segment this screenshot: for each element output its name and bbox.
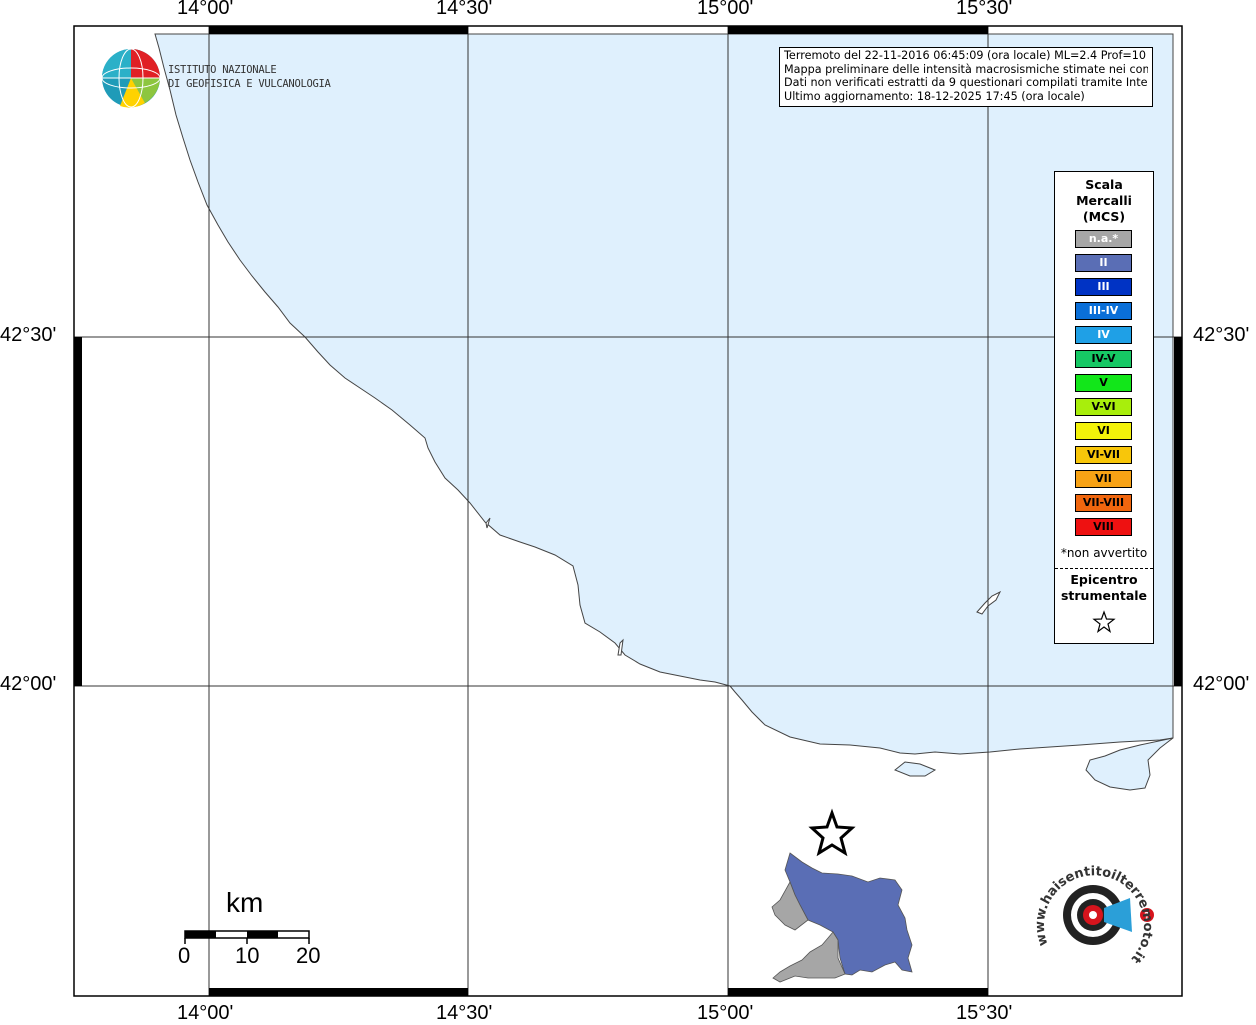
lat-tick-right-2: 42°00' bbox=[1193, 673, 1250, 695]
event-info-line-2: Mappa preliminare delle intensità macros… bbox=[784, 62, 1148, 76]
legend-note: *non avvertito bbox=[1060, 546, 1148, 560]
intensity-legend: Scala Mercalli (MCS) n.a.* II III III-IV IV I… bbox=[1054, 171, 1154, 644]
lon-tick-bottom-2: 14°30' bbox=[436, 1002, 493, 1024]
legend-title: Scala Mercalli (MCS) bbox=[1055, 177, 1153, 225]
legend-epicentre-line-2: strumentale bbox=[1060, 588, 1148, 603]
legend-item-iii: III bbox=[1075, 278, 1132, 296]
legend-epicentre-line-1: Epicentro bbox=[1070, 572, 1138, 587]
lon-tick-bottom-4: 15°30' bbox=[956, 1002, 1013, 1024]
event-info-line-3: Dati non verificati estratti da 9 questi… bbox=[784, 76, 1148, 90]
legend-item-vi: VI bbox=[1075, 422, 1132, 440]
legend-item-vii-viii: VII-VIII bbox=[1075, 494, 1132, 512]
sea-area bbox=[154, 33, 1174, 755]
legend-item-iv-v: IV-V bbox=[1075, 350, 1132, 368]
ingv-line-2: DI GEOFISICA E VULCANOLOGIA bbox=[168, 78, 331, 90]
legend-divider bbox=[1055, 568, 1153, 569]
legend-item-ii: II bbox=[1075, 254, 1132, 272]
scale-bar-title: km bbox=[226, 887, 264, 918]
ingv-line-1: ISTITUTO NAZIONALE bbox=[168, 64, 277, 76]
legend-item-v-vi: V-VI bbox=[1075, 398, 1132, 416]
lat-tick-right-1: 42°30' bbox=[1193, 324, 1250, 346]
legend-title-line-2: Mercalli bbox=[1076, 193, 1132, 208]
haisentito-logo-icon[interactable]: ? www.haisentitoilterremoto.it bbox=[1033, 864, 1155, 966]
event-info-box: Terremoto del 22-11-2016 06:45:09 (ora l… bbox=[779, 47, 1153, 107]
legend-item-iii-iv: III-IV bbox=[1075, 302, 1132, 320]
epicentre-star-icon[interactable] bbox=[808, 808, 856, 857]
scale-bar-label-20: 20 bbox=[296, 943, 321, 968]
lat-tick-left-2: 42°00' bbox=[0, 673, 57, 695]
legend-item-vii: VII bbox=[1075, 470, 1132, 488]
lon-tick-bottom-3: 15°00' bbox=[697, 1002, 754, 1024]
legend-item-v: V bbox=[1075, 374, 1132, 392]
star-icon bbox=[1092, 610, 1116, 634]
lon-tick-top-2: 14°30' bbox=[436, 0, 493, 19]
ingv-logo-text: ISTITUTO NAZIONALE DI GEOFISICA E VULCAN… bbox=[168, 63, 331, 91]
legend-title-line-3: (MCS) bbox=[1082, 209, 1126, 224]
legend-epicentre-label: Epicentro strumentale bbox=[1055, 572, 1153, 604]
lon-tick-top-4: 15°30' bbox=[956, 0, 1013, 19]
lat-tick-left-1: 42°30' bbox=[0, 324, 57, 346]
legend-item-vi-vii: VI-VII bbox=[1075, 446, 1132, 464]
scale-bar-label-10: 10 bbox=[235, 943, 260, 968]
event-info-line-1: Terremoto del 22-11-2016 06:45:09 (ora l… bbox=[784, 49, 1148, 62]
legend-item-viii: VIII bbox=[1075, 518, 1132, 536]
lon-tick-bottom-1: 14°00' bbox=[177, 1002, 234, 1024]
scale-bar-label-0: 0 bbox=[178, 943, 191, 968]
lon-tick-top-3: 15°00' bbox=[697, 0, 754, 19]
legend-item-na: n.a.* bbox=[1075, 230, 1132, 248]
globe-icon bbox=[101, 48, 161, 108]
event-info-line-4: Ultimo aggiornamento: 18-12-2025 17:45 (… bbox=[784, 89, 1085, 103]
legend-item-iv: IV bbox=[1075, 326, 1132, 344]
coast-inlet bbox=[894, 761, 937, 777]
lon-tick-top-1: 14°00' bbox=[177, 0, 234, 19]
gargano-coast bbox=[1085, 737, 1174, 791]
legend-title-line-1: Scala bbox=[1085, 177, 1123, 192]
municipality-not-felt[interactable] bbox=[772, 931, 846, 983]
